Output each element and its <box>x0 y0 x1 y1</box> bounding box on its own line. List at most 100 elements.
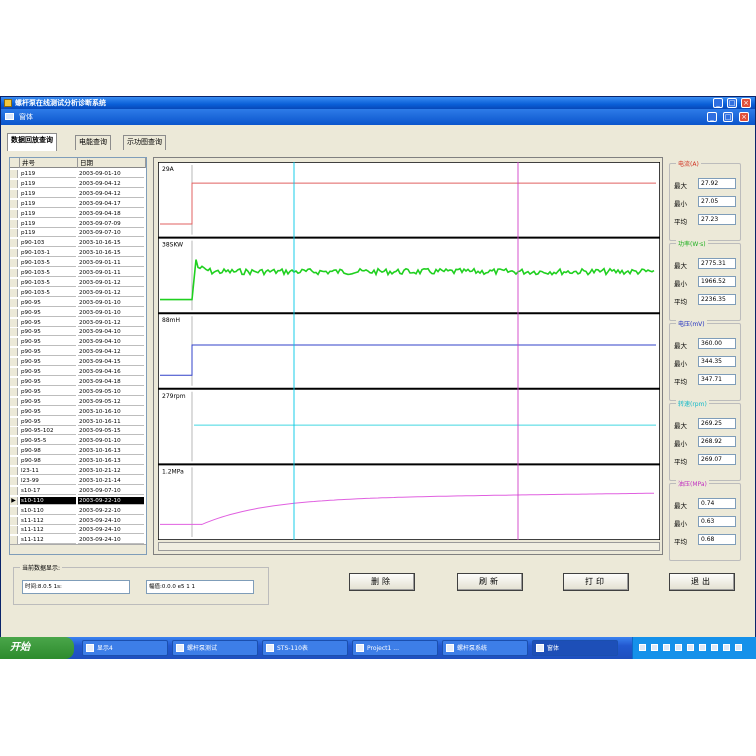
table-row[interactable]: p90-95 2003-10-16-10 <box>10 407 146 416</box>
tray-icon[interactable] <box>687 644 694 651</box>
row-indicator <box>10 348 18 357</box>
table-row[interactable]: p90-95-5 2003-09-01-10 <box>10 437 146 446</box>
table-row[interactable]: p90-95 2003-10-16-11 <box>10 417 146 426</box>
tab-dynamometer-query[interactable]: 示功图查询 <box>123 135 166 150</box>
list-horizontal-scrollbar[interactable] <box>10 544 146 554</box>
table-row[interactable]: p90-95 2003-09-01-12 <box>10 318 146 327</box>
taskbar-item[interactable]: 螺杆泵系统 <box>442 640 528 656</box>
date-cell: 2003-09-01-10 <box>78 170 144 178</box>
maximize-button[interactable]: □ <box>727 98 737 108</box>
tray-icon[interactable] <box>675 644 682 651</box>
tray-icon[interactable] <box>711 644 718 651</box>
table-row[interactable]: s10-17 2003-09-07-10 <box>10 486 146 495</box>
well-cell: p90-95 <box>20 299 76 307</box>
table-row[interactable]: p119 2003-09-04-12 <box>10 189 146 198</box>
well-cell: s10-17 <box>20 487 76 495</box>
refresh-button[interactable]: 刷新 <box>457 573 523 591</box>
stat-value-min: 0.63 <box>698 516 736 527</box>
date-cell: 2003-09-04-12 <box>78 190 144 198</box>
table-row[interactable]: s10-110 2003-09-22-10 <box>10 506 146 515</box>
child-restore-button[interactable]: □ <box>723 112 733 122</box>
well-cell: p90-95 <box>20 378 76 386</box>
delete-button[interactable]: 删除 <box>349 573 415 591</box>
row-indicator <box>10 259 18 268</box>
taskbar-item[interactable]: 窗体 <box>532 640 618 656</box>
table-row[interactable]: p90-103-5 2003-09-01-12 <box>10 288 146 297</box>
stats-group-title: 电流(A) <box>676 159 701 168</box>
tray-icon[interactable] <box>663 644 670 651</box>
close-button[interactable]: × <box>741 98 751 108</box>
table-row[interactable]: p90-95 2003-09-04-15 <box>10 358 146 367</box>
tray-icon[interactable] <box>699 644 706 651</box>
table-row[interactable]: p90-98 2003-10-16-13 <box>10 457 146 466</box>
table-row[interactable]: p90-103 2003-10-16-15 <box>10 239 146 248</box>
table-row[interactable]: l23-99 2003-10-21-14 <box>10 476 146 485</box>
taskbar-item-label: Project1 ... <box>367 645 399 652</box>
table-row[interactable]: ▶ s10-110 2003-09-22-10 <box>10 496 146 505</box>
tray-icon[interactable] <box>639 644 646 651</box>
table-row[interactable]: p119 2003-09-04-18 <box>10 209 146 218</box>
date-cell: 2003-09-05-15 <box>78 427 144 436</box>
table-row[interactable]: p90-95 2003-09-04-16 <box>10 368 146 376</box>
date-cell: 2003-10-21-12 <box>78 467 144 475</box>
taskbar-item[interactable]: 螺杆泵测试 <box>172 640 258 656</box>
exit-button[interactable]: 退出 <box>669 573 735 591</box>
stat-value-max: 2775.31 <box>698 258 736 269</box>
table-row[interactable]: p90-95-102 2003-09-05-15 <box>10 427 146 436</box>
column-header-date[interactable]: 日期 <box>78 158 146 168</box>
table-row[interactable]: p90-95 2003-09-01-10 <box>10 298 146 307</box>
tray-icon[interactable] <box>723 644 730 651</box>
table-row[interactable]: p90-95 2003-09-04-10 <box>10 328 146 337</box>
table-row[interactable]: p119 2003-09-07-10 <box>10 229 146 238</box>
table-row[interactable]: p90-95 2003-09-04-10 <box>10 338 146 347</box>
table-row[interactable]: p90-95 2003-09-05-12 <box>10 397 146 406</box>
table-row[interactable]: p90-95 2003-09-04-12 <box>10 348 146 357</box>
table-row[interactable]: p90-95 2003-09-05-10 <box>10 387 146 396</box>
table-row[interactable]: p90-103-5 2003-09-01-11 <box>10 259 146 268</box>
taskbar-item-label: 窗体 <box>547 645 560 652</box>
table-row[interactable]: p119 2003-09-01-10 <box>10 170 146 178</box>
tab-playback-query[interactable]: 数据回放查询 <box>7 133 57 151</box>
table-row[interactable]: l23-11 2003-10-21-12 <box>10 467 146 475</box>
row-indicator <box>10 269 18 277</box>
table-row[interactable]: p90-95 2003-09-01-10 <box>10 308 146 317</box>
minimize-button[interactable]: _ <box>713 98 723 108</box>
trend-chart[interactable]: 29A 38SKW 88mH 279rpm 1.2MPa <box>158 162 660 540</box>
taskbar-item[interactable]: 显示4 <box>82 640 168 656</box>
well-cell: s10-110 <box>20 496 76 505</box>
well-cell: s11-112 <box>20 526 76 535</box>
table-row[interactable]: p119 2003-09-04-12 <box>10 179 146 188</box>
well-cell: p90-95 <box>20 358 76 367</box>
table-row[interactable]: p90-98 2003-10-16-13 <box>10 447 146 456</box>
taskbar-item[interactable]: Project1 ... <box>352 640 438 656</box>
chart-horizontal-scrollbar[interactable] <box>158 542 660 551</box>
tray-icon[interactable] <box>651 644 658 651</box>
table-row[interactable]: p90-95 2003-09-04-18 <box>10 377 146 386</box>
taskbar-item[interactable]: STS-110表 <box>262 640 348 656</box>
title-bar[interactable]: 螺杆泵在线测试分析诊断系统 _ □ × <box>1 97 755 109</box>
column-header-well[interactable]: 井号 <box>20 158 78 168</box>
window-icon <box>536 644 544 652</box>
date-cell: 2003-09-01-10 <box>78 437 144 446</box>
child-close-button[interactable]: × <box>739 112 749 122</box>
start-button[interactable]: 开始 <box>0 637 74 659</box>
well-cell: p90-98 <box>20 457 76 466</box>
table-row[interactable]: s11-112 2003-09-24-10 <box>10 516 146 525</box>
table-row[interactable]: p119 2003-09-07-09 <box>10 219 146 228</box>
child-minimize-button[interactable]: _ <box>707 112 717 122</box>
table-row[interactable]: p119 2003-09-04-17 <box>10 199 146 208</box>
print-button[interactable]: 打印 <box>563 573 629 591</box>
tray-icon[interactable] <box>735 644 742 651</box>
row-indicator <box>10 209 18 218</box>
stat-label: 最小 <box>674 200 687 208</box>
table-row[interactable]: p90-103-5 2003-09-01-11 <box>10 269 146 277</box>
table-row[interactable]: p90-103-5 2003-09-01-12 <box>10 278 146 287</box>
tab-energy-query[interactable]: 电能查询 <box>75 135 111 150</box>
well-list[interactable]: 井号 日期 p119 2003-09-01-10 p119 2003-09-04-12… <box>9 157 147 555</box>
date-cell: 2003-09-01-10 <box>78 309 144 317</box>
table-row[interactable]: p90-103-1 2003-10-16-15 <box>10 249 146 258</box>
table-row[interactable]: s11-112 2003-09-24-10 <box>10 526 146 535</box>
well-cell: p90-95 <box>20 309 76 317</box>
row-indicator <box>10 516 18 525</box>
menu-item-form[interactable]: 窗体 <box>19 112 33 122</box>
